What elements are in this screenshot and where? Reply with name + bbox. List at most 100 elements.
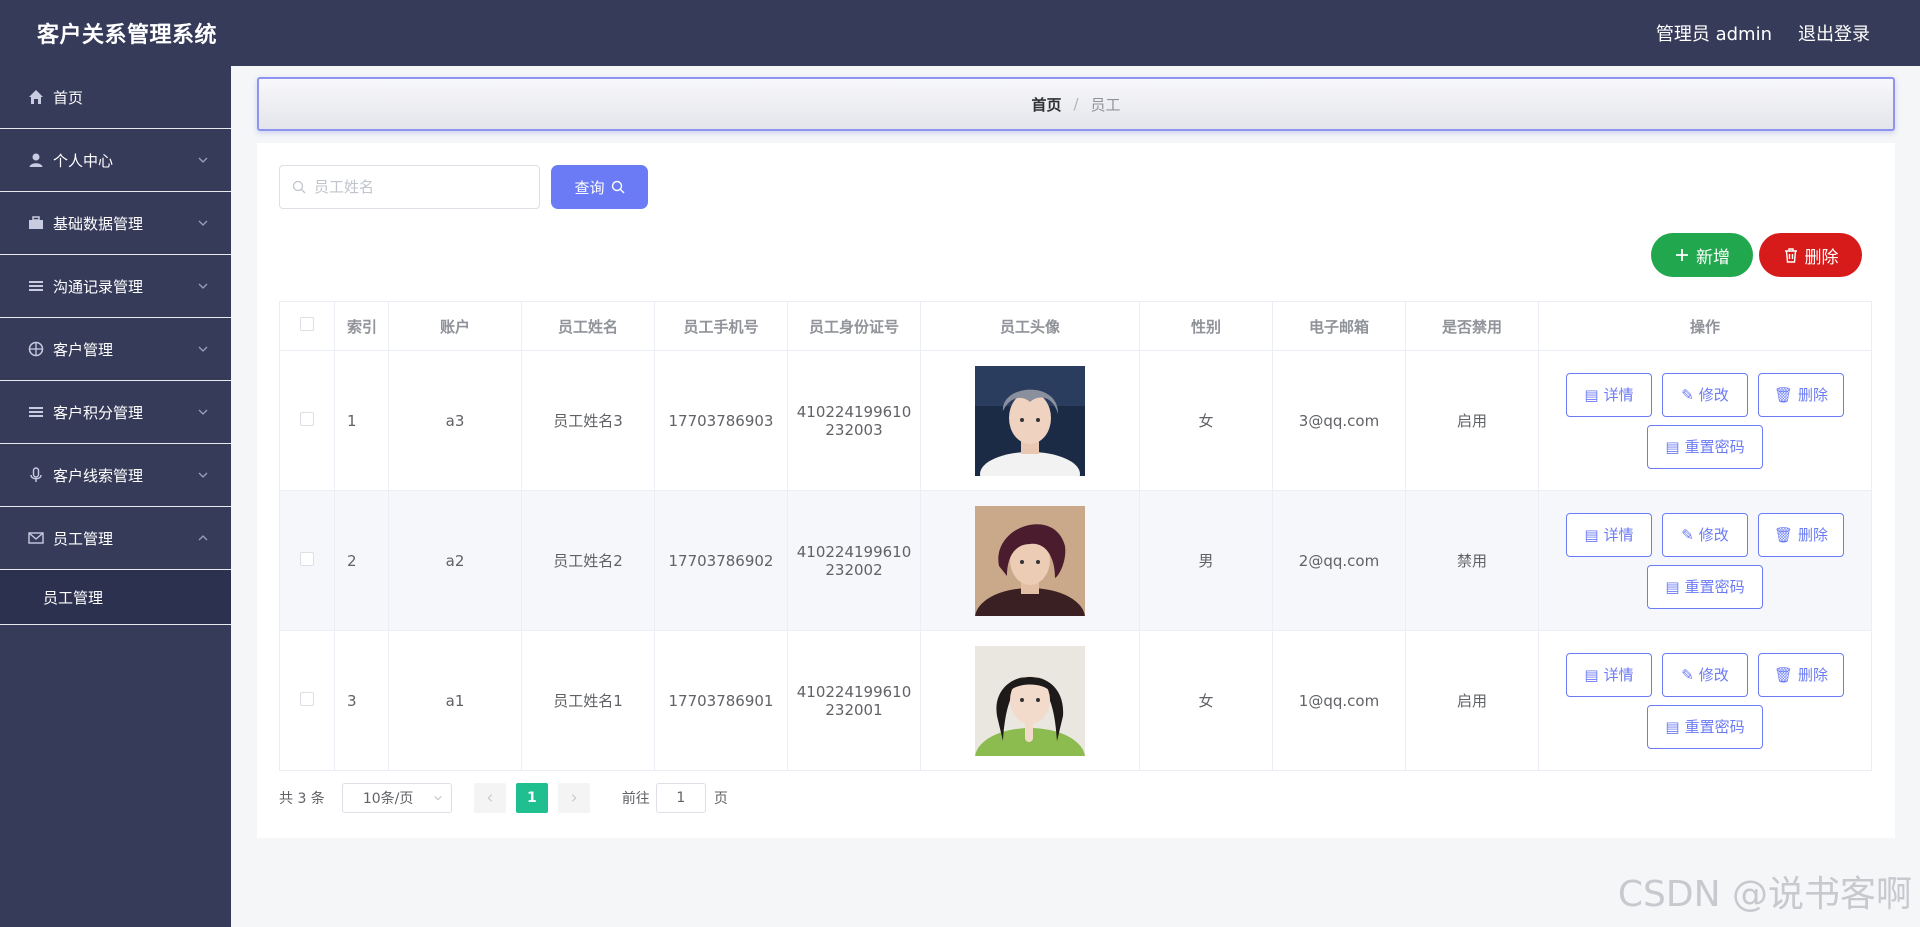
chevron-down-icon xyxy=(198,220,208,226)
main-panel: 查询 新增 删除 索引 账户 员工姓名 员工手机号 员工身份证号 员工头像 性别… xyxy=(257,143,1895,838)
id-number-line2: 232001 xyxy=(825,700,883,719)
breadcrumb-home[interactable]: 首页 xyxy=(1031,94,1061,115)
document-icon: ▤ xyxy=(1584,525,1599,544)
search-field[interactable] xyxy=(279,165,540,209)
add-button[interactable]: 新增 xyxy=(1651,233,1753,277)
delete-button[interactable]: 🗑 删除 xyxy=(1758,512,1844,557)
cell-gender: 女 xyxy=(1139,630,1273,771)
cell-operations: ▤ 详情 ✎ 修改 🗑 删除 ▤ 重置密码 xyxy=(1538,350,1872,491)
mail-icon xyxy=(27,530,44,547)
search-icon xyxy=(611,180,624,194)
sidebar-item-label: 客户线索管理 xyxy=(53,466,144,485)
delete-button[interactable]: 🗑 删除 xyxy=(1758,652,1844,697)
detail-button[interactable]: ▤ 详情 xyxy=(1566,652,1652,697)
edit-button[interactable]: ✎ 修改 xyxy=(1662,652,1748,697)
col-header-account: 账户 xyxy=(388,301,522,351)
cell-name: 员工姓名2 xyxy=(521,490,655,631)
document-icon: ▤ xyxy=(1665,437,1680,456)
delete-button-label: 删除 xyxy=(1798,386,1829,404)
sidebar-item-label: 沟通记录管理 xyxy=(53,277,144,296)
col-header-disabled: 是否禁用 xyxy=(1405,301,1539,351)
cell-gender: 男 xyxy=(1139,490,1273,631)
id-number-line1: 410224199610 xyxy=(796,402,912,421)
cell-id-number: 410224199610 232001 xyxy=(787,630,921,771)
goto-label: 前往 xyxy=(621,791,650,807)
detail-button[interactable]: ▤ 详情 xyxy=(1566,512,1652,557)
reset-password-button-label: 重置密码 xyxy=(1684,718,1745,736)
breadcrumb-current: 员工 xyxy=(1090,95,1121,114)
top-right-actions: 管理员 admin 退出登录 xyxy=(1656,20,1870,46)
row-checkbox[interactable] xyxy=(300,691,314,706)
sidebar-item-customer-leads[interactable]: 客户线索管理 xyxy=(0,444,231,507)
detail-button[interactable]: ▤ 详情 xyxy=(1566,372,1652,417)
cell-name: 员工姓名3 xyxy=(521,350,655,491)
select-all-checkbox[interactable] xyxy=(300,317,314,331)
goto-page-input[interactable] xyxy=(655,783,706,813)
delete-button[interactable]: 🗑 删除 xyxy=(1758,372,1844,417)
table-row: 3 a1 员工姓名1 17703786901 410224199610 23200… xyxy=(279,630,1872,771)
chevron-down-icon xyxy=(198,157,208,163)
sidebar-item-customers[interactable]: 客户管理 xyxy=(0,318,231,381)
sidebar-item-home[interactable]: 首页 xyxy=(0,66,231,129)
edit-button[interactable]: ✎ 修改 xyxy=(1662,372,1748,417)
edit-button-label: 修改 xyxy=(1698,666,1729,684)
cell-disabled: 禁用 xyxy=(1405,490,1539,631)
detail-button-label: 详情 xyxy=(1603,386,1634,404)
sidebar-item-label: 客户积分管理 xyxy=(53,403,144,422)
sidebar-item-label: 员工管理 xyxy=(53,529,114,548)
chevron-down-icon xyxy=(198,346,208,352)
col-header-operations: 操作 xyxy=(1538,301,1872,351)
page-suffix-label: 页 xyxy=(713,791,728,807)
chevron-down-icon xyxy=(198,283,208,289)
row-select-cell xyxy=(279,490,335,631)
avatar[interactable] xyxy=(975,505,1085,616)
reset-password-button[interactable]: ▤ 重置密码 xyxy=(1647,564,1763,609)
next-page-button[interactable] xyxy=(557,783,590,813)
sidebar-item-staff[interactable]: 员工管理 xyxy=(0,507,231,570)
batch-delete-button[interactable]: 删除 xyxy=(1759,233,1862,277)
search-input[interactable] xyxy=(314,178,514,196)
user-icon xyxy=(27,152,44,169)
breadcrumb: 首页 / 员工 xyxy=(257,77,1895,131)
edit-button-label: 修改 xyxy=(1698,526,1729,544)
sidebar-item-customer-points[interactable]: 客户积分管理 xyxy=(0,381,231,444)
reset-password-button[interactable]: ▤ 重置密码 xyxy=(1647,424,1763,469)
cell-account: a3 xyxy=(388,350,522,491)
row-checkbox[interactable] xyxy=(300,411,314,426)
page-size-select[interactable]: 10条/页 xyxy=(341,783,452,813)
edit-button[interactable]: ✎ 修改 xyxy=(1662,512,1748,557)
pagination-total: 共 3 条 xyxy=(279,791,325,807)
sidebar-item-communication[interactable]: 沟通记录管理 xyxy=(0,255,231,318)
query-button[interactable]: 查询 xyxy=(551,165,648,209)
reset-password-button-label: 重置密码 xyxy=(1684,438,1745,456)
cell-id-number: 410224199610 232003 xyxy=(787,350,921,491)
reset-password-button[interactable]: ▤ 重置密码 xyxy=(1647,704,1763,749)
cell-operations: ▤ 详情 ✎ 修改 🗑 删除 ▤ 重置密码 xyxy=(1538,490,1872,631)
cell-name: 员工姓名1 xyxy=(521,630,655,771)
microphone-icon xyxy=(27,467,44,484)
avatar[interactable] xyxy=(975,365,1085,476)
id-number-line1: 410224199610 xyxy=(796,542,912,561)
app-title: 客户关系管理系统 xyxy=(37,23,218,48)
cell-id-number: 410224199610 232002 xyxy=(787,490,921,631)
row-actions: ▤ 详情 ✎ 修改 🗑 删除 ▤ 重置密码 xyxy=(1555,372,1855,469)
logout-button[interactable]: 退出登录 xyxy=(1798,20,1870,46)
cell-phone: 17703786901 xyxy=(654,630,788,771)
prev-page-button[interactable] xyxy=(473,783,506,813)
sidebar-item-personal-center[interactable]: 个人中心 xyxy=(0,129,231,192)
detail-button-label: 详情 xyxy=(1603,666,1634,684)
row-actions: ▤ 详情 ✎ 修改 🗑 删除 ▤ 重置密码 xyxy=(1555,652,1855,749)
crosshair-icon xyxy=(27,341,44,358)
sidebar-item-basic-data[interactable]: 基础数据管理 xyxy=(0,192,231,255)
table-row: 1 a3 员工姓名3 17703786903 410224199610 23200… xyxy=(279,350,1872,491)
avatar[interactable] xyxy=(975,645,1085,756)
row-checkbox[interactable] xyxy=(300,551,314,566)
document-icon: ▤ xyxy=(1665,717,1680,736)
edit-button-label: 修改 xyxy=(1698,386,1729,404)
col-header-index: 索引 xyxy=(334,301,389,351)
user-label[interactable]: 管理员 admin xyxy=(1656,20,1772,46)
sidebar-subitem-staff-management[interactable]: 员工管理 xyxy=(0,570,231,625)
col-header-id-number: 员工身份证号 xyxy=(787,301,921,351)
breadcrumb-separator: / xyxy=(1073,95,1079,113)
page-number-button[interactable]: 1 xyxy=(515,783,548,813)
